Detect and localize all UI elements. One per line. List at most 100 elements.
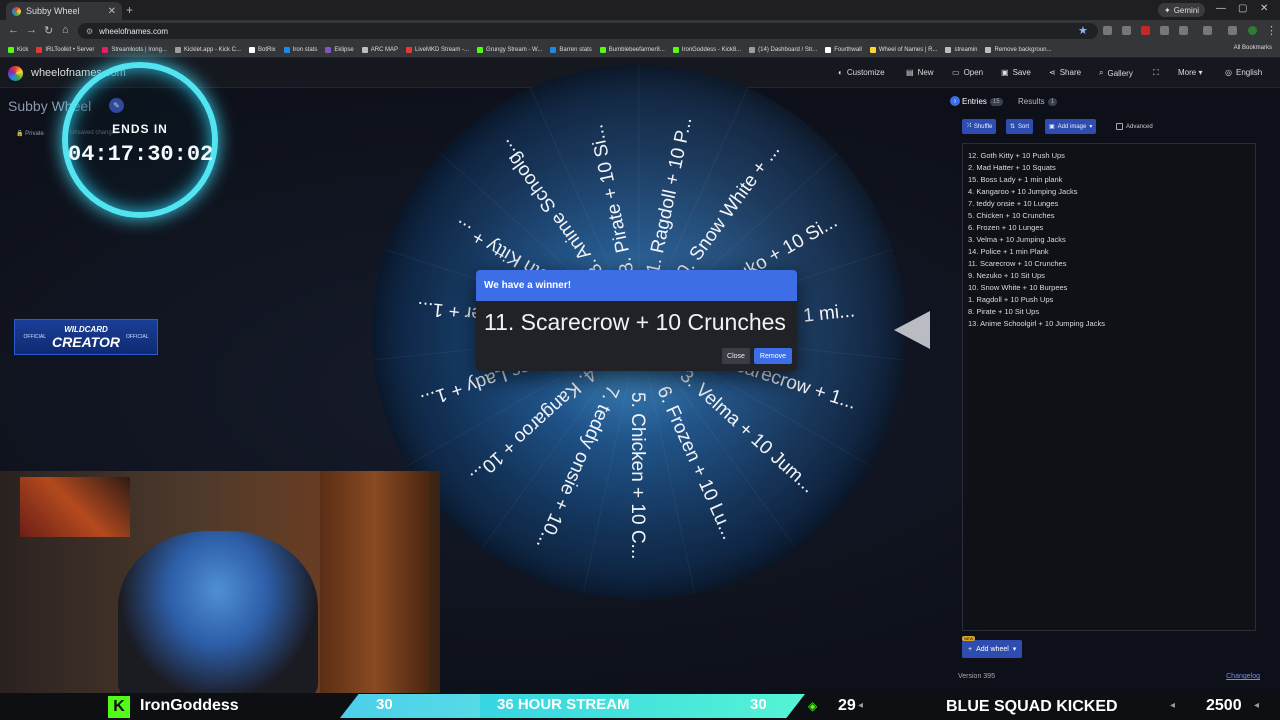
bookmark-item[interactable]: Kicklet.app - Kick C... <box>174 46 241 53</box>
bookmark-item[interactable]: Streamloots | Irong... <box>102 46 167 53</box>
address-bar[interactable]: ⚙ wheelofnames.com <box>78 23 1098 39</box>
entry-line: 1. Ragdoll + 10 Push Ups <box>968 295 1054 304</box>
bookmark-item[interactable]: Remove backgroun... <box>985 46 1052 53</box>
browser-menu-icon[interactable]: ⋮ <box>1266 24 1277 37</box>
bookmark-item[interactable]: (14) Dashboard / Str... <box>749 46 817 53</box>
remove-button[interactable]: Remove <box>753 348 792 364</box>
menu-language[interactable]: ◎ English <box>1225 68 1262 77</box>
bookmark-item[interactable]: Bumblebeefarmer8... <box>599 46 665 53</box>
new-tab-button[interactable]: + <box>126 3 133 17</box>
plus-icon: + <box>968 645 973 653</box>
menu-gallery[interactable]: ⌕ Gallery <box>1099 68 1133 78</box>
forward-icon[interactable]: → <box>26 24 37 36</box>
browser-tab[interactable]: Subby Wheel ✕ <box>6 2 122 20</box>
site-info-icon[interactable]: ⚙ <box>86 27 93 36</box>
menu-fullscreen[interactable]: ⛶ <box>1153 68 1163 78</box>
tab-entries[interactable]: Entries 15 <box>962 97 1003 106</box>
bookmark-item[interactable]: Iron stats <box>283 46 317 53</box>
bar-left-count: 30 <box>376 696 393 713</box>
tab-title: Subby Wheel <box>26 6 80 16</box>
menu-palette[interactable]: ◐ Customize <box>838 68 885 77</box>
minimize-button[interactable]: — <box>1216 3 1226 14</box>
tab-close-icon[interactable]: ✕ <box>108 6 116 17</box>
wheel-favicon-icon <box>12 6 21 16</box>
add-image-label: Add image <box>1057 123 1087 130</box>
open-icon: ▭ <box>952 68 960 77</box>
bookmark-item[interactable]: Wheel of Names | R... <box>869 46 937 53</box>
collapse-panel-icon[interactable]: › <box>950 96 960 106</box>
entry-line: 2. Mad Hatter + 10 Squats <box>968 163 1056 172</box>
menu-open[interactable]: ▭ Open <box>952 68 983 77</box>
sidepanel-icon[interactable] <box>1203 26 1212 35</box>
badge-side-left: OFFICIAL <box>23 334 47 340</box>
wheel-logo-icon <box>8 66 23 81</box>
reload-icon[interactable]: ↻ <box>44 24 53 37</box>
bookmark-label: Kick <box>17 46 29 53</box>
shuffle-button[interactable]: ⤨ Shuffle <box>962 119 997 134</box>
ticker-message: BLUE SQUAD KICKED <box>946 698 1118 715</box>
progress-fill <box>340 694 480 718</box>
menu-more[interactable]: More ▾ <box>1178 68 1202 77</box>
ticker-count-a: 29 <box>838 697 856 714</box>
tab-results[interactable]: Results 1 <box>1018 97 1058 106</box>
extensions-puzzle-icon[interactable] <box>1179 26 1188 35</box>
add-wheel-button[interactable]: + Add wheel ▾ <box>962 640 1023 658</box>
download-icon[interactable] <box>1228 26 1237 35</box>
bookmark-item[interactable]: IronGoddess - Kick8... <box>672 46 741 53</box>
entry-line: 12. Goth Kitty + 10 Push Ups <box>968 151 1065 160</box>
back-icon[interactable]: ← <box>8 24 19 36</box>
menu-label: Open <box>963 68 984 77</box>
ticker-count-b: 2500 <box>1206 697 1242 714</box>
profile-avatar[interactable] <box>1248 26 1257 35</box>
wheel-segment-divider <box>638 331 696 594</box>
bookmark-item[interactable]: Kick <box>8 46 29 53</box>
extension-icon[interactable] <box>1103 26 1112 35</box>
gemini-button[interactable]: ✦ Gemini <box>1158 3 1206 17</box>
bookmark-item[interactable]: LiveMKD Stream -... <box>406 46 469 53</box>
badge-side-right: OFFICIAL <box>125 334 149 340</box>
wheel-segment-label: 4. Kangaroo + 10... <box>466 363 601 487</box>
add-image-button[interactable]: ▣ Add image ▾ <box>1045 119 1097 134</box>
menu-label: Customize <box>846 68 885 77</box>
menu-new[interactable]: ▤ New <box>906 68 934 77</box>
advanced-label: Advanced <box>1126 123 1153 130</box>
bookmark-item[interactable]: streamin <box>945 46 977 53</box>
bar-right-count: 30 <box>750 696 767 713</box>
advanced-checkbox[interactable]: Advanced <box>1116 123 1153 130</box>
extension-icon[interactable] <box>1141 26 1150 35</box>
entry-line: 6. Frozen + 10 Lunges <box>968 223 1044 232</box>
close-window-button[interactable]: ✕ <box>1260 3 1268 14</box>
bookmark-favicon-icon <box>102 46 109 53</box>
home-icon[interactable]: ⌂ <box>62 24 69 36</box>
all-bookmarks-button[interactable]: All Bookmarks <box>1234 45 1272 51</box>
wheel-segment-label: 8. Pirate + 10 Si... <box>586 123 638 276</box>
sort-button[interactable]: ⇅ Sort <box>1006 119 1034 134</box>
menu-label: English <box>1235 68 1263 77</box>
bookmark-item[interactable]: Grungy Stream - W... <box>477 46 543 53</box>
ticker-arrow-icon: ◂ <box>1254 700 1260 711</box>
wheel-segment-label: 7. teddy onsie + 10... <box>532 382 623 552</box>
extension-icon[interactable] <box>1122 26 1131 35</box>
changelog-link[interactable]: Changelog <box>1226 673 1260 680</box>
maximize-button[interactable]: ▢ <box>1238 3 1247 14</box>
dialog-actions: Close Remove <box>722 348 792 364</box>
menu-save[interactable]: ▣ Save <box>1001 68 1031 77</box>
menu-share[interactable]: ⋖ Share <box>1049 68 1081 77</box>
bookmark-label: Grungy Stream - W... <box>486 46 543 53</box>
entries-textarea[interactable]: 12. Goth Kitty + 10 Push Ups 2. Mad Hatte… <box>962 143 1256 631</box>
webcam-background-art <box>20 477 130 537</box>
bookmark-favicon-icon <box>174 46 181 53</box>
bookmark-item[interactable]: BotRix <box>248 46 276 53</box>
bookmark-item[interactable]: ARC MAP <box>361 46 398 53</box>
extension-icon[interactable] <box>1160 26 1169 35</box>
close-button[interactable]: Close <box>722 348 750 364</box>
bookmark-item[interactable]: IRLToolkit • Server <box>36 46 94 53</box>
bookmark-star-icon[interactable]: ★ <box>1078 24 1088 37</box>
streamer-name: IronGoddess <box>140 697 239 714</box>
ticker-arrow-icon: ◂ <box>858 700 864 711</box>
chevron-down-icon: ▾ <box>1089 124 1093 130</box>
bookmark-item[interactable]: Fourthwall <box>825 46 862 53</box>
bookmark-item[interactable]: Eklipse <box>325 46 354 53</box>
bookmark-favicon-icon <box>599 46 606 53</box>
bookmark-item[interactable]: Barren stats <box>550 46 592 53</box>
